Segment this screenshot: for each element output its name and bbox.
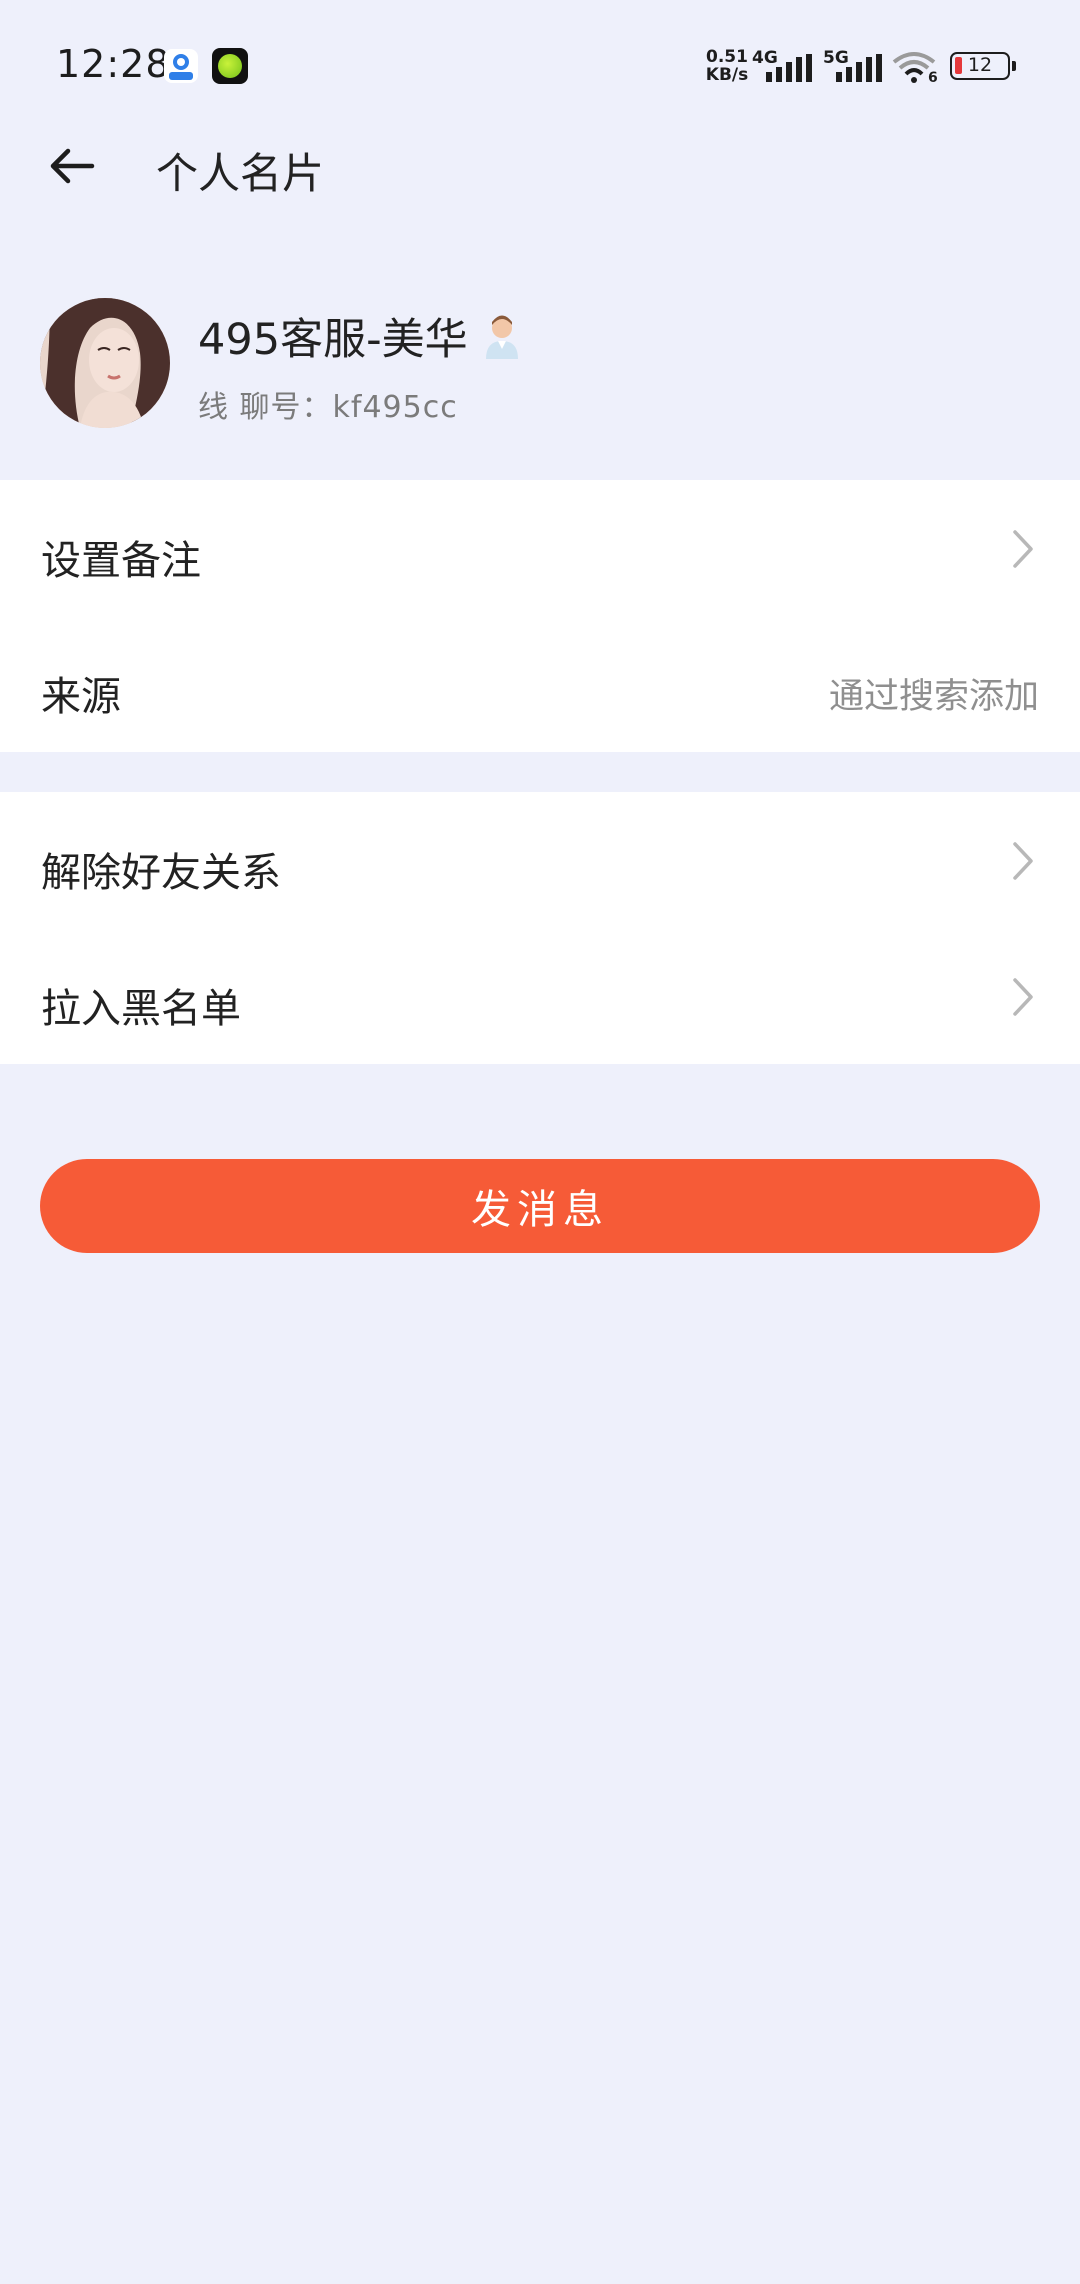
arrow-left-icon: [50, 148, 95, 184]
unfriend-label: 解除好友关系: [41, 850, 281, 896]
source-label: 来源: [41, 674, 121, 720]
blacklist-label: 拉入黑名单: [41, 986, 241, 1032]
profile-name-row: 495客服-美华: [198, 305, 522, 367]
source-row: 来源 通过搜索添加: [0, 616, 1080, 752]
profile-name: 495客服-美华: [198, 315, 468, 365]
source-value: 通过搜索添加: [828, 677, 1039, 717]
customer-service-badge-icon: [485, 315, 518, 359]
notification-app-icon: [163, 48, 199, 84]
page-title: 个人名片: [156, 149, 325, 198]
chevron-right-icon: [1013, 842, 1033, 880]
network-speed: 0.51 KB/s: [700, 48, 754, 84]
actions-card: 解除好友关系 拉入黑名单: [0, 792, 1080, 1064]
signal-strength-icon: [766, 54, 812, 82]
blacklist-row[interactable]: 拉入黑名单: [0, 928, 1080, 1064]
battery-icon: 12: [950, 52, 1016, 80]
settings-card: 设置备注 来源 通过搜索添加: [0, 480, 1080, 752]
set-remark-label: 设置备注: [41, 538, 201, 584]
avatar[interactable]: [40, 298, 170, 428]
chevron-right-icon: [1013, 530, 1033, 568]
status-bar: 12:28 0.51 KB/s 4G 5G 6 12: [0, 0, 1080, 130]
battery-percentage: 12: [967, 54, 993, 76]
back-button[interactable]: [40, 134, 104, 198]
signal-strength-icon-2: [836, 54, 882, 82]
wifi-badge: 6: [928, 70, 938, 86]
chevron-right-icon: [1013, 978, 1033, 1016]
set-remark-row[interactable]: 设置备注: [0, 480, 1080, 616]
unfriend-row[interactable]: 解除好友关系: [0, 792, 1080, 928]
status-time: 12:28: [56, 42, 171, 86]
avatar-image: [40, 298, 170, 428]
profile-id: 线 聊号：kf495cc: [198, 390, 458, 425]
send-message-button[interactable]: 发消息: [40, 1159, 1040, 1253]
network-speed-value: 0.51: [706, 47, 748, 67]
notification-app-icon-green: [212, 48, 248, 84]
network-speed-unit: KB/s: [705, 65, 749, 85]
